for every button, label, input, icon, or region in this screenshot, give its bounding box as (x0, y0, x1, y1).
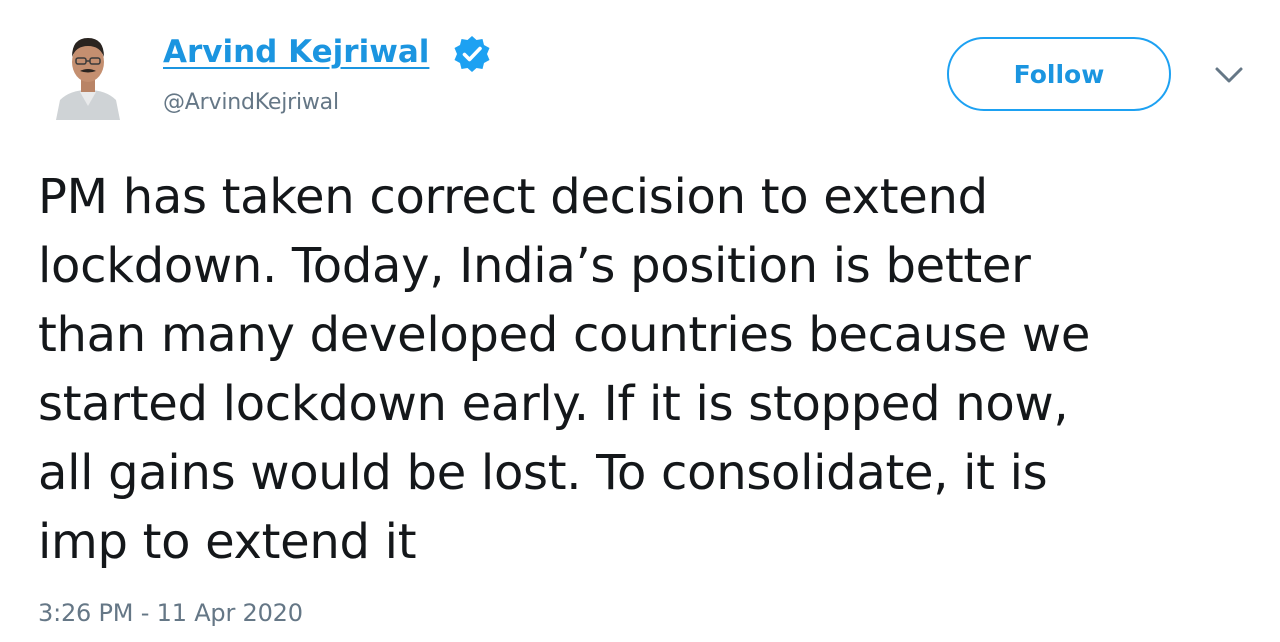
tweet-text-line: lockdown. Today, India’s position is bet… (38, 238, 1031, 294)
author-handle[interactable]: @ArvindKejriwal (163, 90, 339, 115)
chevron-down-icon[interactable] (1212, 62, 1246, 88)
avatar[interactable] (50, 24, 126, 120)
tweet-text-line: started lockdown early. If it is stopped… (38, 376, 1069, 432)
follow-button[interactable]: Follow (947, 37, 1171, 111)
tweet-timestamp[interactable]: 3:26 PM - 11 Apr 2020 (38, 599, 303, 627)
tweet-text-line: than many developed countries because we (38, 307, 1091, 363)
verified-badge-icon (452, 34, 492, 74)
tweet-text-line: PM has taken correct decision to extend (38, 169, 988, 225)
tweet-text-line: all gains would be lost. To consolidate,… (38, 445, 1048, 501)
profile-photo-icon (50, 24, 126, 120)
tweet-card: Arvind Kejriwal @ArvindKejriwal Follow P… (0, 0, 1280, 642)
author-display-name[interactable]: Arvind Kejriwal (163, 34, 429, 70)
tweet-text-line: imp to extend it (38, 514, 417, 570)
tweet-text: PM has taken correct decision to extend … (38, 163, 1253, 577)
